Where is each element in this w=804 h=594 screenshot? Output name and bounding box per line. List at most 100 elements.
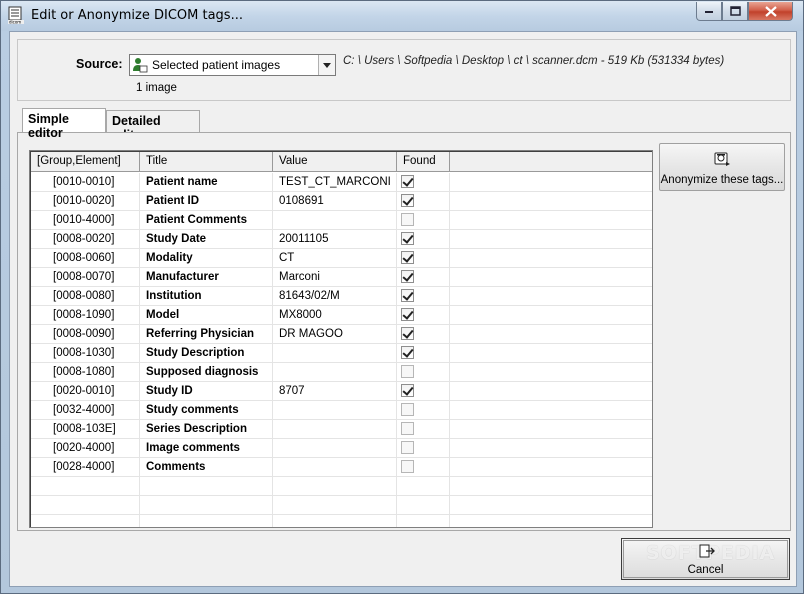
tab-simple-editor[interactable]: Simple editor: [22, 108, 106, 140]
table-row[interactable]: [0010-0020] Patient ID 0108691: [31, 192, 652, 211]
found-checkbox[interactable]: [401, 422, 414, 435]
table-row[interactable]: [31, 477, 652, 496]
found-checkbox[interactable]: [401, 441, 414, 454]
cell-found: [397, 382, 450, 401]
found-checkbox[interactable]: [401, 232, 414, 245]
found-checkbox[interactable]: [401, 365, 414, 378]
cell-value[interactable]: TEST_CT_MARCONI: [273, 173, 397, 192]
table-row[interactable]: [0008-103E] Series Description: [31, 420, 652, 439]
column-header-found[interactable]: Found: [397, 152, 450, 172]
cancel-button[interactable]: SOFTPEDIA Cancel: [621, 538, 790, 580]
cell-value[interactable]: [273, 401, 397, 420]
cell-title: Study Date: [140, 230, 273, 249]
table-row[interactable]: [0008-0070] Manufacturer Marconi: [31, 268, 652, 287]
cell-group-element: [0020-0010]: [31, 382, 140, 401]
cell-group-element: [0008-0070]: [31, 268, 140, 287]
title-bar[interactable]: dicom Edit or Anonymize DICOM tags...: [1, 1, 803, 31]
cell-filler: [450, 515, 652, 527]
found-checkbox[interactable]: [401, 175, 414, 188]
cell-filler: [450, 344, 652, 363]
cell-group-element: [31, 477, 140, 496]
cell-value[interactable]: [273, 211, 397, 230]
cell-value[interactable]: [273, 477, 397, 496]
found-checkbox[interactable]: [401, 213, 414, 226]
found-checkbox[interactable]: [401, 270, 414, 283]
cell-value[interactable]: [273, 439, 397, 458]
close-icon: [764, 5, 777, 17]
cell-found: [397, 344, 450, 363]
cell-value[interactable]: [273, 458, 397, 477]
table-row[interactable]: [0020-0010] Study ID 8707: [31, 382, 652, 401]
cell-value[interactable]: MX8000: [273, 306, 397, 325]
cell-title: Study ID: [140, 382, 273, 401]
maximize-button[interactable]: [722, 2, 748, 21]
patient-icon: [133, 58, 148, 73]
cell-found: [397, 325, 450, 344]
tab-detailed-editor[interactable]: Detailed editor: [106, 110, 200, 142]
column-header-group-element[interactable]: [Group,Element]: [31, 152, 140, 172]
cell-value[interactable]: [273, 496, 397, 515]
anonymize-button[interactable]: Anonymize these tags...: [659, 143, 785, 191]
cell-found: [397, 477, 450, 496]
table-row[interactable]: [31, 496, 652, 515]
table-row[interactable]: [0008-1080] Supposed diagnosis: [31, 363, 652, 382]
cell-found: [397, 192, 450, 211]
cell-title: Study comments: [140, 401, 273, 420]
cell-value[interactable]: Marconi: [273, 268, 397, 287]
table-row[interactable]: [0010-4000] Patient Comments: [31, 211, 652, 230]
cell-found: [397, 211, 450, 230]
grid-rows: [0010-0010] Patient name TEST_CT_MARCONI [0…: [31, 173, 652, 527]
cell-group-element: [0010-0010]: [31, 173, 140, 192]
found-checkbox[interactable]: [401, 289, 414, 302]
found-checkbox[interactable]: [401, 194, 414, 207]
cell-title: [140, 496, 273, 515]
column-header-title[interactable]: Title: [140, 152, 273, 172]
cell-group-element: [0008-103E]: [31, 420, 140, 439]
found-checkbox[interactable]: [401, 308, 414, 321]
column-header-value[interactable]: Value: [273, 152, 397, 172]
cell-value[interactable]: [273, 515, 397, 527]
cell-value[interactable]: DR MAGOO: [273, 325, 397, 344]
found-checkbox[interactable]: [401, 251, 414, 264]
table-row[interactable]: [0028-4000] Comments: [31, 458, 652, 477]
table-row[interactable]: [0020-4000] Image comments: [31, 439, 652, 458]
anonymize-icon: [714, 152, 730, 166]
cell-value[interactable]: CT: [273, 249, 397, 268]
cell-found: [397, 173, 450, 192]
cell-filler: [450, 268, 652, 287]
found-checkbox[interactable]: [401, 346, 414, 359]
table-row[interactable]: [0008-1030] Study Description: [31, 344, 652, 363]
cell-value[interactable]: [273, 363, 397, 382]
cell-filler: [450, 458, 652, 477]
table-row[interactable]: [0008-0060] Modality CT: [31, 249, 652, 268]
cell-value[interactable]: 0108691: [273, 192, 397, 211]
table-row[interactable]: [0008-0090] Referring Physician DR MAGOO: [31, 325, 652, 344]
cell-value[interactable]: [273, 344, 397, 363]
cell-title: Study Description: [140, 344, 273, 363]
cell-filler: [450, 477, 652, 496]
cell-group-element: [31, 515, 140, 527]
source-dropdown[interactable]: Selected patient images: [129, 54, 336, 76]
dropdown-arrow[interactable]: [318, 55, 335, 75]
cell-group-element: [0008-1090]: [31, 306, 140, 325]
cell-group-element: [0028-4000]: [31, 458, 140, 477]
cell-value[interactable]: 20011105: [273, 230, 397, 249]
table-row[interactable]: [31, 515, 652, 527]
cell-value[interactable]: 81643/02/M: [273, 287, 397, 306]
table-row[interactable]: [0032-4000] Study comments: [31, 401, 652, 420]
found-checkbox[interactable]: [401, 460, 414, 473]
table-row[interactable]: [0010-0010] Patient name TEST_CT_MARCONI: [31, 173, 652, 192]
table-row[interactable]: [0008-0020] Study Date 20011105: [31, 230, 652, 249]
close-button[interactable]: [748, 2, 793, 21]
found-checkbox[interactable]: [401, 327, 414, 340]
cell-found: [397, 287, 450, 306]
dicom-tags-grid[interactable]: [Group,Element] Title Value Found [0010-…: [29, 150, 653, 528]
table-row[interactable]: [0008-1090] Model MX8000: [31, 306, 652, 325]
minimize-button[interactable]: [696, 2, 722, 21]
cell-filler: [450, 211, 652, 230]
cell-value[interactable]: 8707: [273, 382, 397, 401]
found-checkbox[interactable]: [401, 384, 414, 397]
table-row[interactable]: [0008-0080] Institution 81643/02/M: [31, 287, 652, 306]
cell-value[interactable]: [273, 420, 397, 439]
found-checkbox[interactable]: [401, 403, 414, 416]
